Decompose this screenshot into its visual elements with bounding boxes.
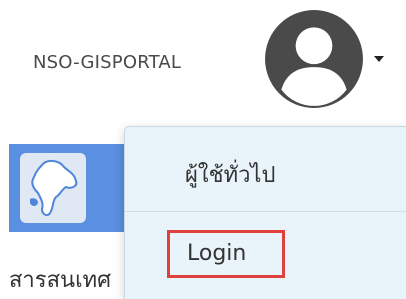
- thailand-map-icon: [20, 153, 86, 223]
- username-label: NSO-GISPORTAL: [33, 52, 182, 73]
- user-circle-icon[interactable]: [263, 8, 365, 110]
- menu-divider: [125, 211, 406, 212]
- page: NSO-GISPORTAL สารสนเทศ ผู้ใช้ทั่วไป Logi…: [0, 0, 406, 299]
- background-text: สารสนเทศ: [9, 268, 112, 293]
- menu-item-login[interactable]: Login: [167, 230, 285, 278]
- user-dropdown-menu: ผู้ใช้ทั่วไป Login: [124, 126, 406, 299]
- caret-down-icon[interactable]: [374, 56, 384, 62]
- menu-item-general-user[interactable]: ผู้ใช้ทั่วไป: [185, 157, 275, 192]
